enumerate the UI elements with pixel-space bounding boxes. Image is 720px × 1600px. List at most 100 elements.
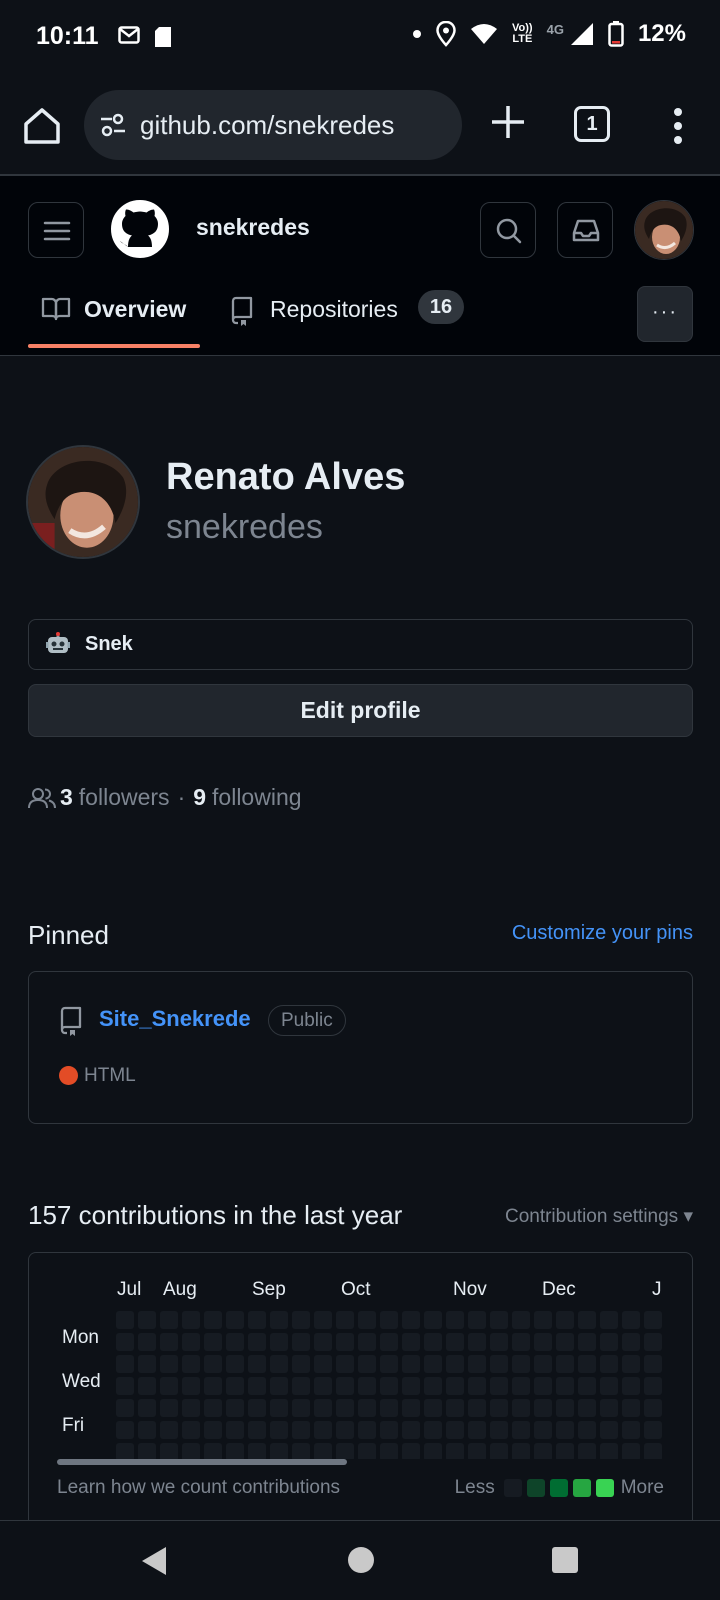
github-logo-icon[interactable] [111,200,169,258]
contribution-cell[interactable] [314,1421,332,1439]
contribution-cell[interactable] [578,1311,596,1329]
followers-count[interactable]: 3 [60,784,73,811]
recents-icon[interactable] [552,1547,578,1573]
contribution-cell[interactable] [160,1311,178,1329]
contribution-cell[interactable] [116,1377,134,1395]
contribution-cell[interactable] [556,1377,574,1395]
contribution-cell[interactable] [160,1399,178,1417]
contribution-cell[interactable] [226,1333,244,1351]
contribution-cell[interactable] [292,1311,310,1329]
contribution-cell[interactable] [446,1355,464,1373]
contribution-cell[interactable] [138,1399,156,1417]
contribution-cell[interactable] [490,1333,508,1351]
contribution-cell[interactable] [292,1377,310,1395]
contribution-cell[interactable] [534,1355,552,1373]
contribution-cell[interactable] [490,1311,508,1329]
contribution-cell[interactable] [424,1421,442,1439]
contribution-cell[interactable] [138,1443,156,1459]
following-count[interactable]: 9 [193,784,206,811]
contribution-cell[interactable] [424,1377,442,1395]
contribution-cell[interactable] [424,1443,442,1459]
contribution-cell[interactable] [226,1443,244,1459]
contribution-cell[interactable] [578,1399,596,1417]
contribution-cell[interactable] [248,1333,266,1351]
contribution-cell[interactable] [182,1443,200,1459]
contribution-cell[interactable] [490,1421,508,1439]
new-tab-icon[interactable] [488,102,528,142]
contribution-cell[interactable] [182,1333,200,1351]
contribution-cell[interactable] [600,1355,618,1373]
contribution-cell[interactable] [204,1311,222,1329]
contribution-cell[interactable] [644,1355,662,1373]
contribution-cell[interactable] [402,1377,420,1395]
contribution-cell[interactable] [314,1399,332,1417]
contribution-cell[interactable] [578,1333,596,1351]
contribution-cell[interactable] [402,1421,420,1439]
contribution-cell[interactable] [600,1399,618,1417]
contribution-cell[interactable] [556,1399,574,1417]
contribution-cell[interactable] [138,1333,156,1351]
contribution-cell[interactable] [622,1443,640,1459]
contribution-cell[interactable] [644,1421,662,1439]
contribution-cell[interactable] [116,1333,134,1351]
contribution-cell[interactable] [512,1421,530,1439]
contribution-cell[interactable] [270,1399,288,1417]
contribution-cell[interactable] [644,1311,662,1329]
contribution-cell[interactable] [490,1399,508,1417]
contribution-cell[interactable] [424,1333,442,1351]
contribution-cell[interactable] [248,1311,266,1329]
pinned-repo-link[interactable]: Site_Snekrede [99,1006,251,1032]
tab-repositories[interactable]: Repositories 16 [226,284,476,348]
contribution-cell[interactable] [226,1311,244,1329]
contribution-cell[interactable] [358,1421,376,1439]
contribution-cell[interactable] [160,1421,178,1439]
contribution-cell[interactable] [446,1399,464,1417]
contribution-cell[interactable] [292,1399,310,1417]
contribution-cell[interactable] [314,1333,332,1351]
contribution-cell[interactable] [182,1377,200,1395]
contribution-cell[interactable] [446,1377,464,1395]
contribution-cell[interactable] [204,1399,222,1417]
contribution-cell[interactable] [182,1399,200,1417]
contribution-cell[interactable] [182,1421,200,1439]
contribution-cell[interactable] [622,1333,640,1351]
home-icon[interactable] [20,104,64,148]
contribution-cell[interactable] [622,1377,640,1395]
contribution-cell[interactable] [622,1311,640,1329]
contribution-cell[interactable] [160,1333,178,1351]
contribution-cell[interactable] [556,1421,574,1439]
contribution-cell[interactable] [446,1421,464,1439]
search-button[interactable] [480,202,536,258]
contribution-cell[interactable] [512,1399,530,1417]
contribution-cell[interactable] [204,1355,222,1373]
contribution-cell[interactable] [270,1377,288,1395]
contribution-cell[interactable] [204,1333,222,1351]
contribution-cell[interactable] [402,1355,420,1373]
contribution-cell[interactable] [534,1399,552,1417]
contribution-cell[interactable] [600,1311,618,1329]
contribution-cell[interactable] [182,1355,200,1373]
contribution-cell[interactable] [534,1421,552,1439]
contribution-cell[interactable] [512,1333,530,1351]
contribution-cell[interactable] [270,1333,288,1351]
contribution-cell[interactable] [534,1311,552,1329]
header-username[interactable]: snekredes [196,214,310,241]
contribution-cell[interactable] [402,1443,420,1459]
contribution-cell[interactable] [204,1377,222,1395]
contribution-cell[interactable] [358,1399,376,1417]
contribution-cell[interactable] [512,1355,530,1373]
contribution-cell[interactable] [446,1311,464,1329]
edit-profile-button[interactable]: Edit profile [28,684,693,737]
contribution-cell[interactable] [622,1355,640,1373]
contribution-cell[interactable] [380,1333,398,1351]
graph-scrollbar[interactable] [57,1459,347,1465]
url-bar[interactable]: github.com/snekredes [84,90,462,160]
contribution-cell[interactable] [248,1355,266,1373]
contribution-cell[interactable] [358,1333,376,1351]
contribution-cell[interactable] [270,1355,288,1373]
contribution-cell[interactable] [468,1421,486,1439]
contribution-cell[interactable] [116,1311,134,1329]
contribution-cell[interactable] [402,1311,420,1329]
contribution-cell[interactable] [512,1443,530,1459]
contribution-cell[interactable] [600,1421,618,1439]
